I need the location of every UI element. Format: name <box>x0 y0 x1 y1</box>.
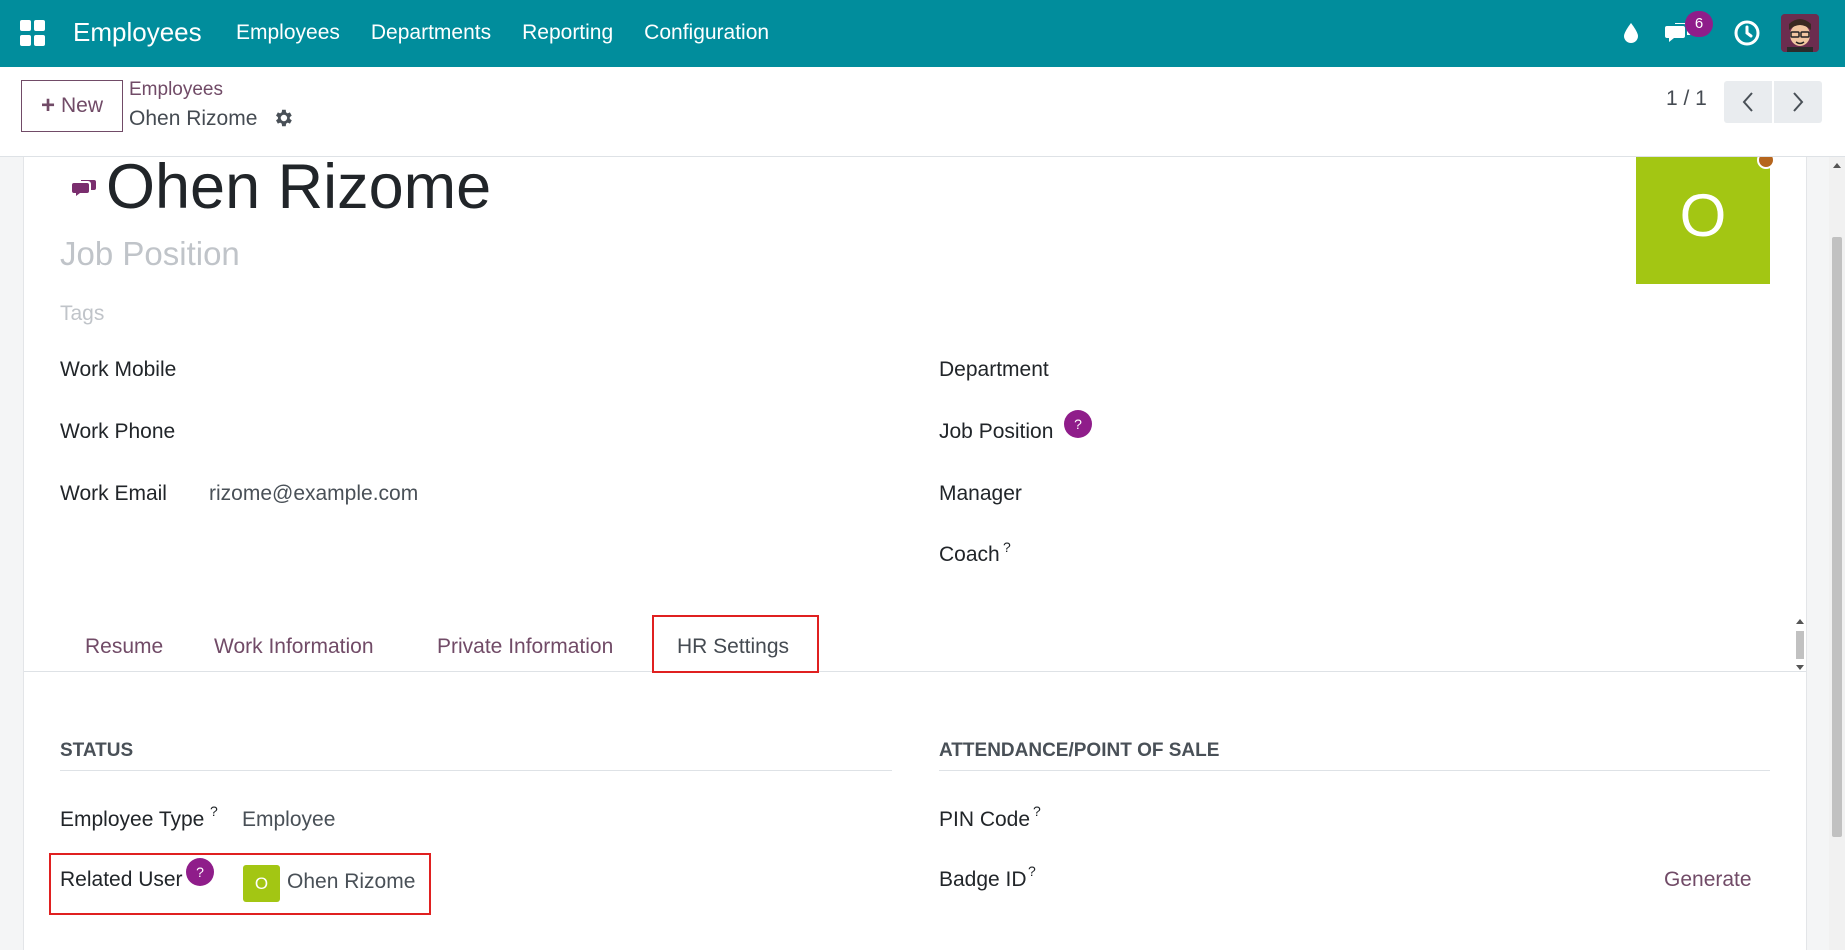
manager-label: Manager <box>939 482 1022 505</box>
work-email-label: Work Email <box>60 482 167 505</box>
department-label: Department <box>939 358 1049 381</box>
new-button[interactable]: + New <box>21 80 123 132</box>
pin-code-label: PIN Code <box>939 808 1031 831</box>
messages-count-badge: 6 <box>1685 11 1713 37</box>
pager-next-button[interactable] <box>1774 81 1822 123</box>
drop-icon[interactable] <box>1616 18 1646 48</box>
pin-code-help-icon[interactable]: ? <box>1033 803 1041 819</box>
work-mobile-label: Work Mobile <box>60 358 177 381</box>
employee-type-select[interactable]: Employee <box>242 808 335 832</box>
main-menu: Employees Departments Reporting Configur… <box>236 21 800 45</box>
apps-menu-icon[interactable] <box>20 20 46 46</box>
job-position-label: Job Position <box>939 420 1054 443</box>
job-position-input[interactable]: Job Position <box>60 235 240 273</box>
menu-configuration[interactable]: Configuration <box>644 21 769 45</box>
control-panel: + New Employees Ohen Rizome 1 / 1 <box>0 67 1845 157</box>
employee-name[interactable]: Ohen Rizome <box>106 157 491 222</box>
app-title[interactable]: Employees <box>73 17 202 48</box>
employee-type-help-icon[interactable]: ? <box>210 803 218 819</box>
work-phone-label: Work Phone <box>60 420 176 443</box>
menu-departments[interactable]: Departments <box>371 21 491 45</box>
pager-previous-button[interactable] <box>1724 81 1772 123</box>
breadcrumb-parent[interactable]: Employees <box>129 79 223 101</box>
related-user-highlight <box>49 853 431 915</box>
presence-status-dot <box>1757 157 1775 169</box>
menu-reporting[interactable]: Reporting <box>522 21 613 45</box>
new-button-label: New <box>61 94 104 117</box>
employee-type-label: Employee Type <box>60 808 205 831</box>
status-section-title: STATUS <box>60 740 892 771</box>
employee-photo[interactable]: O <box>1636 157 1770 284</box>
job-position-help-icon[interactable]: ? <box>1064 410 1092 438</box>
coach-help-icon[interactable]: ? <box>1003 539 1011 555</box>
chevron-right-icon <box>1793 92 1804 112</box>
menu-employees[interactable]: Employees <box>236 21 340 45</box>
pager-value[interactable]: 1 / 1 <box>1666 87 1707 111</box>
gear-icon[interactable] <box>272 107 294 129</box>
hr-settings-highlight <box>652 615 819 673</box>
notebook-tabs: Resume Work Information Private Informat… <box>24 613 1806 672</box>
user-avatar[interactable] <box>1781 14 1819 52</box>
form-sheet: Ohen Rizome Job Position Tags O Work Mob… <box>23 157 1807 950</box>
tab-resume[interactable]: Resume <box>85 635 163 659</box>
badge-id-help-icon[interactable]: ? <box>1028 863 1036 879</box>
chevron-left-icon <box>1742 92 1753 112</box>
generate-badge-button[interactable]: Generate <box>1664 868 1752 892</box>
coach-label: Coach <box>939 543 1000 566</box>
chat-bubbles-icon[interactable] <box>72 177 100 201</box>
tabs-scrollbar[interactable] <box>1793 617 1806 673</box>
badge-id-label: Badge ID <box>939 868 1027 891</box>
top-navbar: Employees Employees Departments Reportin… <box>0 0 1845 67</box>
breadcrumb-current: Ohen Rizome <box>129 107 258 130</box>
attendance-section-title: ATTENDANCE/POINT OF SALE <box>939 740 1770 771</box>
plus-icon: + <box>40 92 55 119</box>
page-scrollbar[interactable] <box>1829 157 1845 950</box>
clock-icon[interactable] <box>1732 18 1762 48</box>
work-email-field[interactable]: rizome@example.com <box>209 482 418 506</box>
tab-work-information[interactable]: Work Information <box>214 635 374 659</box>
tab-private-information[interactable]: Private Information <box>437 635 613 659</box>
tags-input[interactable]: Tags <box>60 302 104 326</box>
